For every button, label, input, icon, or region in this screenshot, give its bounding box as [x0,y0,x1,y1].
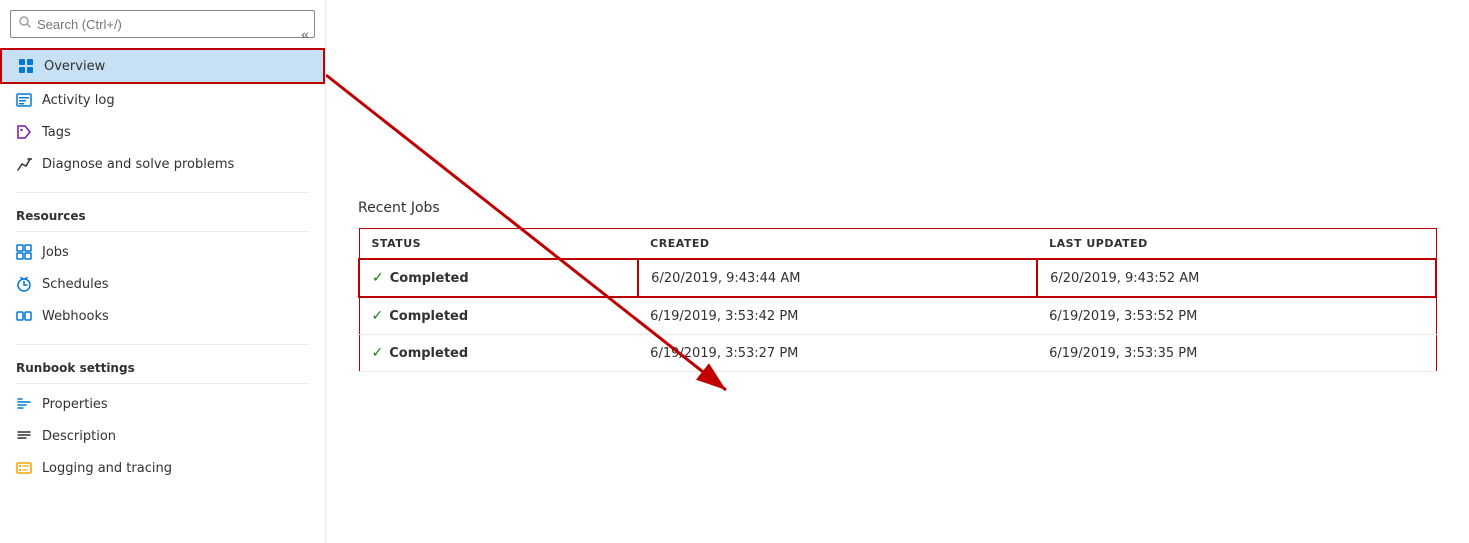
sidebar-item-description[interactable]: Description [0,420,325,452]
divider-resources-under [16,231,309,232]
divider-runbook [16,344,309,345]
description-icon [16,428,32,444]
sidebar-item-properties[interactable]: Properties [0,388,325,420]
col-last-updated: LAST UPDATED [1037,229,1436,260]
schedules-icon [16,276,32,292]
check-icon: ✓ [372,270,384,286]
diagnose-icon [16,156,32,172]
sidebar-item-activity-log-label: Activity log [42,93,115,108]
status-cell: ✓ Completed [359,297,638,335]
sidebar-item-jobs-label: Jobs [42,245,69,260]
sidebar-item-jobs[interactable]: Jobs [0,236,325,268]
divider-runbook-under [16,383,309,384]
sidebar-item-activity-log[interactable]: Activity log [0,84,325,116]
sidebar-item-diagnose[interactable]: Diagnose and solve problems [0,148,325,180]
sidebar-item-overview-label: Overview [44,59,105,74]
sidebar-item-webhooks[interactable]: Webhooks [0,300,325,332]
recent-jobs-section: Recent Jobs STATUS CREATED LAST UPDATED … [326,0,1469,372]
section-runbook-settings: Runbook settings [0,349,325,379]
check-icon: ✓ [372,308,384,324]
search-icon [19,16,31,32]
last-updated-cell: 6/19/2019, 3:53:35 PM [1037,335,1436,372]
logging-icon [16,460,32,476]
sidebar-item-schedules-label: Schedules [42,277,109,292]
sidebar-item-logging[interactable]: Logging and tracing [0,452,325,484]
status-cell: ✓ Completed [359,259,638,297]
sidebar-item-tags[interactable]: Tags [0,116,325,148]
search-input[interactable] [37,17,306,32]
sidebar: « Overview Activity log [0,0,326,543]
status-label: Completed [389,309,468,324]
webhooks-icon [16,308,32,324]
main-content: Recent Jobs STATUS CREATED LAST UPDATED … [326,0,1469,543]
overview-icon [18,58,34,74]
section-resources: Resources [0,197,325,227]
created-cell: 6/20/2019, 9:43:44 AM [638,259,1037,297]
table-row[interactable]: ✓ Completed 6/19/2019, 3:53:42 PM 6/19/2… [359,297,1436,335]
last-updated-cell: 6/20/2019, 9:43:52 AM [1037,259,1436,297]
sidebar-item-schedules[interactable]: Schedules [0,268,325,300]
status-label: Completed [390,271,469,286]
status-label: Completed [389,346,468,361]
created-cell: 6/19/2019, 3:53:42 PM [638,297,1037,335]
sidebar-item-webhooks-label: Webhooks [42,309,109,324]
check-icon: ✓ [372,345,384,361]
table-row[interactable]: ✓ Completed 6/19/2019, 3:53:27 PM 6/19/2… [359,335,1436,372]
divider-resources [16,192,309,193]
collapse-button[interactable]: « [295,22,315,46]
sidebar-item-overview[interactable]: Overview [0,48,325,84]
sidebar-item-logging-label: Logging and tracing [42,461,172,476]
recent-jobs-title: Recent Jobs [358,200,1437,216]
jobs-table: STATUS CREATED LAST UPDATED ✓ Completed … [358,228,1437,372]
created-cell: 6/19/2019, 3:53:27 PM [638,335,1037,372]
col-status: STATUS [359,229,638,260]
col-created: CREATED [638,229,1037,260]
sidebar-item-description-label: Description [42,429,116,444]
table-row[interactable]: ✓ Completed 6/20/2019, 9:43:44 AM 6/20/2… [359,259,1436,297]
sidebar-item-diagnose-label: Diagnose and solve problems [42,157,234,172]
last-updated-cell: 6/19/2019, 3:53:52 PM [1037,297,1436,335]
search-bar[interactable] [10,10,315,38]
status-cell: ✓ Completed [359,335,638,372]
tags-icon [16,124,32,140]
sidebar-item-tags-label: Tags [42,125,71,140]
activity-log-icon [16,92,32,108]
jobs-icon [16,244,32,260]
properties-icon [16,396,32,412]
sidebar-item-properties-label: Properties [42,397,108,412]
